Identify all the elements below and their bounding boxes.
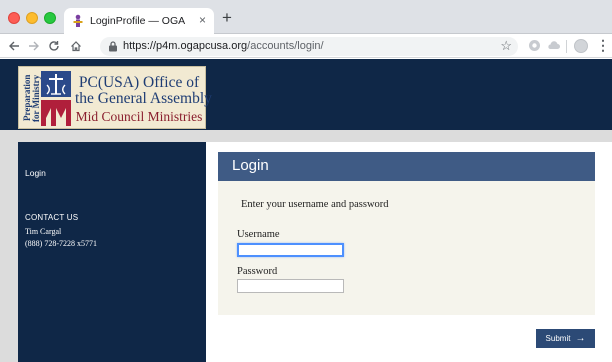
tab-title: LoginProfile — OGA xyxy=(90,15,186,27)
logo-vertical-text: Preparation for Ministry xyxy=(22,70,41,126)
logo-title-line2: the General Assembly xyxy=(75,90,212,107)
tab-close-icon[interactable]: × xyxy=(199,13,206,27)
cloud-extension-icon[interactable] xyxy=(547,39,560,52)
login-instruction: Enter your username and password xyxy=(241,199,389,210)
url-text[interactable]: https://p4m.ogapcusa.org/accounts/login/ xyxy=(123,40,324,52)
minimize-window-button[interactable] xyxy=(26,12,38,24)
address-bar[interactable]: https://p4m.ogapcusa.org/accounts/login/… xyxy=(100,37,518,56)
password-input[interactable] xyxy=(237,279,344,293)
browser-tab[interactable]: LoginProfile — OGA × xyxy=(64,8,214,34)
main-content: Login Enter your username and password U… xyxy=(206,142,612,362)
page-content: Preparation for Ministry PC(USA) Office … xyxy=(0,59,612,362)
logo-vertical-line1: Preparation xyxy=(22,74,32,122)
password-label: Password xyxy=(237,266,278,277)
home-icon[interactable] xyxy=(68,38,84,54)
sidebar: Login CONTACT US Tim Cargal (888) 728-72… xyxy=(18,142,206,362)
submit-button[interactable]: Submit → xyxy=(536,329,595,348)
username-input[interactable] xyxy=(237,243,344,257)
forward-arrow-icon[interactable] xyxy=(26,38,42,54)
toolbar-divider xyxy=(566,40,567,53)
extension-icon[interactable] xyxy=(528,39,541,52)
profile-avatar-icon[interactable] xyxy=(574,39,588,53)
logo-vertical-line2: for Ministry xyxy=(31,74,41,122)
login-header-bar: Login xyxy=(218,152,595,181)
site-header: Preparation for Ministry PC(USA) Office … xyxy=(0,59,612,130)
bookmark-star-icon[interactable]: ☆ xyxy=(500,38,512,54)
new-tab-button[interactable]: + xyxy=(222,9,232,26)
browser-tab-strip: LoginProfile — OGA × + xyxy=(0,0,612,34)
login-form: Enter your username and password Usernam… xyxy=(218,181,595,315)
close-window-button[interactable] xyxy=(8,12,20,24)
arrow-right-icon: → xyxy=(575,332,586,344)
presbyterian-seal-icon xyxy=(41,71,71,126)
maximize-window-button[interactable] xyxy=(44,12,56,24)
logo-title-line1: PC(USA) Office of xyxy=(78,74,200,91)
browser-toolbar: https://p4m.ogapcusa.org/accounts/login/… xyxy=(0,34,612,58)
reload-icon[interactable] xyxy=(46,38,62,54)
username-label: Username xyxy=(237,229,280,240)
oga-favicon-icon xyxy=(73,14,83,27)
back-arrow-icon[interactable] xyxy=(6,38,22,54)
contact-phone[interactable]: (888) 728-7228 x5771 xyxy=(25,239,97,248)
contact-heading: CONTACT US xyxy=(25,213,79,222)
lock-icon xyxy=(109,41,117,52)
sidebar-login-link[interactable]: Login xyxy=(25,168,46,178)
url-host: https://p4m.ogapcusa.org xyxy=(123,40,248,52)
url-path: /accounts/login/ xyxy=(247,40,324,52)
logo-subtitle: Mid Council Ministries xyxy=(75,109,203,124)
site-logo[interactable]: Preparation for Ministry PC(USA) Office … xyxy=(18,66,212,129)
contact-name: Tim Cargal xyxy=(25,227,62,236)
menu-kebab-icon[interactable]: ⋮ xyxy=(596,37,610,53)
page-title: Login xyxy=(232,157,269,174)
submit-label: Submit xyxy=(545,334,571,343)
